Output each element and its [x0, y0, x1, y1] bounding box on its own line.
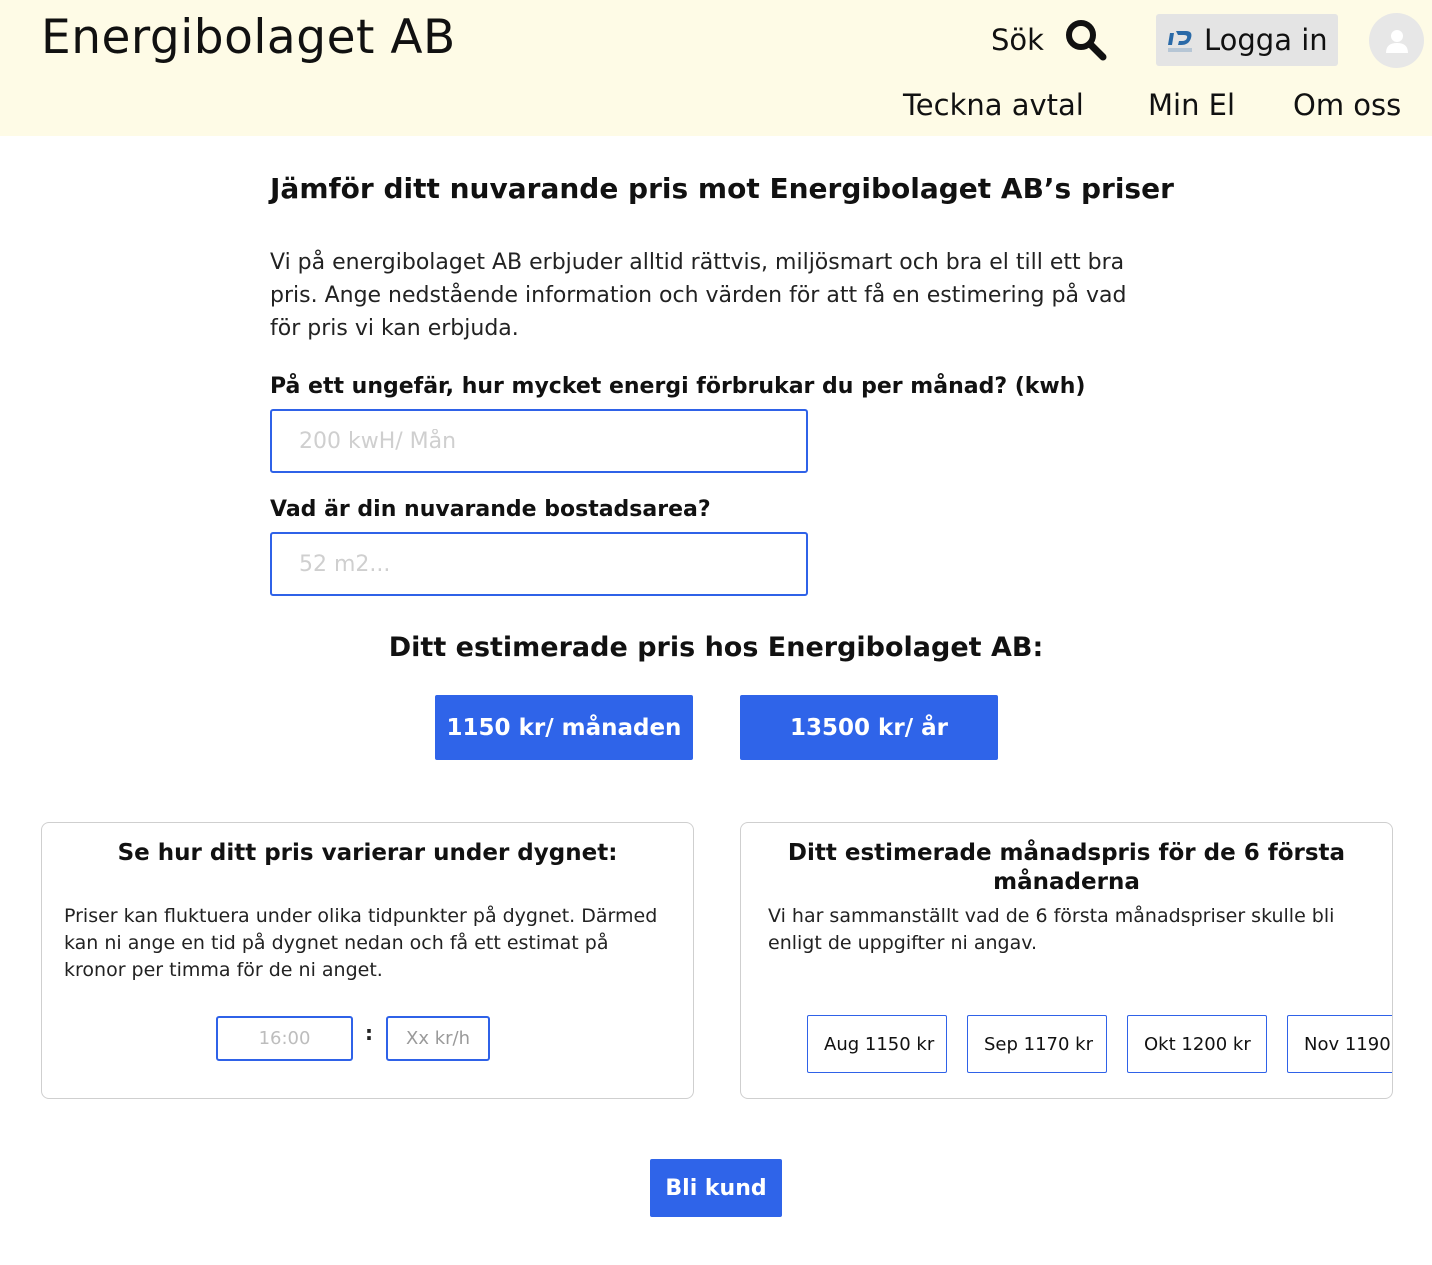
page-title: Jämför ditt nuvarande pris mot Energibol…: [270, 172, 1174, 205]
estimate-title: Ditt estimerade pris hos Energibolaget A…: [388, 632, 1044, 663]
bankid-icon: [1166, 25, 1196, 55]
nav-om-oss[interactable]: Om oss: [1293, 88, 1401, 122]
day-card-text: Priser kan fluktuera under olika tidpunk…: [64, 905, 658, 981]
time-input[interactable]: [216, 1016, 353, 1061]
price-month-button[interactable]: 1150 kr/ månaden: [435, 695, 693, 760]
login-label[interactable]: Logga in: [1204, 23, 1328, 57]
search-control[interactable]: Sök: [991, 18, 1108, 62]
intro-text: Vi på energibolaget AB erbjuder alltid r…: [270, 250, 1127, 341]
search-label[interactable]: Sök: [991, 23, 1044, 57]
time-separator: :: [365, 1021, 373, 1045]
months-card-text: Vi har sammanställt vad de 6 första måna…: [768, 905, 1335, 954]
energy-input[interactable]: [270, 409, 808, 473]
monthly-price-card: Ditt estimerade månadspris för de 6 förs…: [740, 822, 1393, 1099]
nav-min-el[interactable]: Min El: [1148, 88, 1235, 122]
site-header: Energibolaget AB Sök Logga in Teckna avt…: [0, 0, 1432, 136]
search-icon[interactable]: [1064, 18, 1108, 62]
month-price-box[interactable]: Aug 1150 kr: [807, 1015, 947, 1073]
month-price-box[interactable]: Nov 1190 kr: [1287, 1015, 1392, 1073]
energy-question-label: På ett ungefär, hur mycket energi förbru…: [270, 374, 1086, 399]
day-card-title: Se hur ditt pris varierar under dygnet:: [117, 840, 618, 866]
area-input[interactable]: [270, 532, 808, 596]
site-logo[interactable]: Energibolaget AB: [41, 10, 456, 65]
rate-output[interactable]: [386, 1016, 490, 1061]
user-icon: [1385, 29, 1408, 53]
price-year-button[interactable]: 13500 kr/ år: [740, 695, 998, 760]
avatar[interactable]: [1369, 13, 1424, 68]
nav-teckna-avtal[interactable]: Teckna avtal: [903, 88, 1084, 122]
months-card-title: Ditt estimerade månadspris för de 6 förs…: [787, 840, 1346, 895]
become-customer-button[interactable]: Bli kund: [650, 1159, 782, 1217]
day-price-card: Se hur ditt pris varierar under dygnet: …: [41, 822, 694, 1099]
login-button[interactable]: Logga in: [1156, 14, 1338, 66]
month-price-box[interactable]: Sep 1170 kr: [967, 1015, 1107, 1073]
area-question-label: Vad är din nuvarande bostadsarea?: [270, 497, 711, 522]
month-price-box[interactable]: Okt 1200 kr: [1127, 1015, 1267, 1073]
